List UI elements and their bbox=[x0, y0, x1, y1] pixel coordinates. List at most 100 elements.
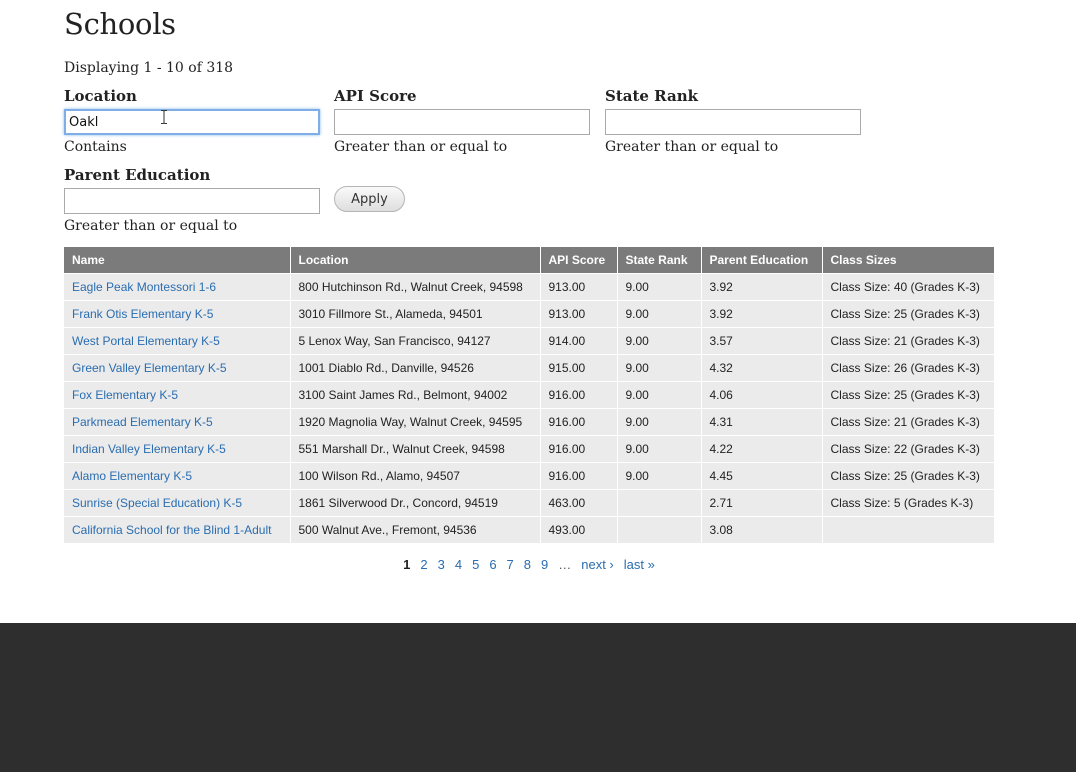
filter-parent-education: Parent Education Greater than or equal t… bbox=[64, 166, 324, 235]
cell-class-size: Class Size: 40 (Grades K-3) bbox=[822, 273, 994, 301]
table-row: Indian Valley Elementary K-5 551 Marshall… bbox=[64, 435, 994, 463]
api-score-input[interactable] bbox=[334, 109, 590, 135]
cell-school-name: Eagle Peak Montessori 1-6 bbox=[64, 273, 291, 301]
pager-page-link[interactable]: 9 bbox=[541, 556, 548, 574]
cell-school-location: 551 Marshall Dr., Walnut Creek, 94598 bbox=[290, 435, 541, 463]
cell-state-rank: 9.00 bbox=[617, 300, 702, 328]
school-name-link[interactable]: Fox Elementary K-5 bbox=[72, 388, 178, 402]
school-name-link[interactable]: Parkmead Elementary K-5 bbox=[72, 415, 213, 429]
school-name-link[interactable]: West Portal Elementary K-5 bbox=[72, 334, 220, 348]
pager-page-link[interactable]: 2 bbox=[420, 556, 427, 574]
cell-school-location: 3010 Fillmore St., Alameda, 94501 bbox=[290, 300, 541, 328]
cell-api-score: 913.00 bbox=[540, 273, 618, 301]
filter-parent-education-label: Parent Education bbox=[64, 166, 211, 184]
state-rank-input[interactable] bbox=[605, 109, 861, 135]
school-name-link[interactable]: Indian Valley Elementary K-5 bbox=[72, 442, 226, 456]
apply-button[interactable]: Apply bbox=[334, 186, 405, 212]
column-header: Class Sizes bbox=[822, 247, 994, 274]
cell-api-score: 915.00 bbox=[540, 354, 618, 382]
pager-page-link[interactable]: 3 bbox=[438, 556, 445, 574]
column-header: State Rank bbox=[617, 247, 702, 274]
filter-state-rank-label: State Rank bbox=[605, 87, 699, 105]
cell-class-size: Class Size: 25 (Grades K-3) bbox=[822, 462, 994, 490]
schools-table: Name Location API Score State Rank Parent Ed… bbox=[64, 247, 994, 543]
pager-page-link[interactable]: 6 bbox=[489, 556, 496, 574]
cell-class-size: Class Size: 26 (Grades K-3) bbox=[822, 354, 994, 382]
page-title: Schools bbox=[64, 7, 176, 41]
pager-last-link[interactable]: last » bbox=[624, 556, 655, 574]
cell-school-location: 800 Hutchinson Rd., Walnut Creek, 94598 bbox=[290, 273, 541, 301]
cell-parent-education: 2.71 bbox=[701, 489, 823, 517]
cell-class-size bbox=[822, 516, 994, 543]
school-name-link[interactable]: California School for the Blind 1-Adult bbox=[72, 523, 271, 537]
pager: 1 2 3 4 5 6 7 8 9 … next › last » bbox=[64, 556, 994, 574]
cell-api-score: 914.00 bbox=[540, 327, 618, 355]
text-cursor-icon bbox=[160, 110, 170, 126]
table-row: California School for the Blind 1-Adult 5… bbox=[64, 516, 994, 543]
cell-school-name: Green Valley Elementary K-5 bbox=[64, 354, 291, 382]
pager-page-link[interactable]: 8 bbox=[524, 556, 531, 574]
cell-api-score: 916.00 bbox=[540, 381, 618, 409]
cell-school-location: 1001 Diablo Rd., Danville, 94526 bbox=[290, 354, 541, 382]
page: Schools Displaying 1 - 10 of 318 Locatio… bbox=[0, 0, 1076, 772]
cell-class-size: Class Size: 21 (Grades K-3) bbox=[822, 408, 994, 436]
cell-school-location: 1861 Silverwood Dr., Concord, 94519 bbox=[290, 489, 541, 517]
parent-education-input[interactable] bbox=[64, 188, 320, 214]
cell-parent-education: 4.06 bbox=[701, 381, 823, 409]
cell-school-location: 100 Wilson Rd., Alamo, 94507 bbox=[290, 462, 541, 490]
filter-api-score: API Score Greater than or equal to bbox=[334, 87, 594, 156]
results-summary: Displaying 1 - 10 of 318 bbox=[64, 60, 234, 76]
cell-parent-education: 3.08 bbox=[701, 516, 823, 543]
cell-state-rank: 9.00 bbox=[617, 408, 702, 436]
cell-class-size: Class Size: 25 (Grades K-3) bbox=[822, 300, 994, 328]
cell-school-location: 3100 Saint James Rd., Belmont, 94002 bbox=[290, 381, 541, 409]
cell-class-size: Class Size: 25 (Grades K-3) bbox=[822, 381, 994, 409]
school-name-link[interactable]: Eagle Peak Montessori 1-6 bbox=[72, 280, 216, 294]
school-name-link[interactable]: Sunrise (Special Education) K-5 bbox=[72, 496, 242, 510]
cell-state-rank bbox=[617, 516, 702, 543]
cell-parent-education: 4.45 bbox=[701, 462, 823, 490]
filter-api-score-desc: Greater than or equal to bbox=[334, 139, 508, 155]
column-header: Parent Education bbox=[701, 247, 823, 274]
school-name-link[interactable]: Alamo Elementary K-5 bbox=[72, 469, 192, 483]
pager-current-page: 1 bbox=[403, 557, 411, 572]
table-row: Alamo Elementary K-5 100 Wilson Rd., Alam… bbox=[64, 462, 994, 490]
cell-school-name: Frank Otis Elementary K-5 bbox=[64, 300, 291, 328]
pager-page-link[interactable]: 7 bbox=[507, 556, 514, 574]
cell-parent-education: 3.92 bbox=[701, 300, 823, 328]
school-name-link[interactable]: Green Valley Elementary K-5 bbox=[72, 361, 227, 375]
table-row: Frank Otis Elementary K-5 3010 Fillmore S… bbox=[64, 300, 994, 328]
column-header: API Score bbox=[540, 247, 618, 274]
table-row: West Portal Elementary K-5 5 Lenox Way, S… bbox=[64, 327, 994, 355]
cell-school-name: Alamo Elementary K-5 bbox=[64, 462, 291, 490]
location-input[interactable] bbox=[64, 109, 320, 135]
filter-location-desc: Contains bbox=[64, 139, 127, 155]
filter-location: Location Contains bbox=[64, 87, 324, 156]
cell-school-name: Indian Valley Elementary K-5 bbox=[64, 435, 291, 463]
cell-parent-education: 4.31 bbox=[701, 408, 823, 436]
cell-api-score: 463.00 bbox=[540, 489, 618, 517]
column-header: Name bbox=[64, 247, 291, 274]
cell-school-location: 5 Lenox Way, San Francisco, 94127 bbox=[290, 327, 541, 355]
table-row: Fox Elementary K-5 3100 Saint James Rd., … bbox=[64, 381, 994, 409]
cell-school-name: Sunrise (Special Education) K-5 bbox=[64, 489, 291, 517]
cell-parent-education: 3.57 bbox=[701, 327, 823, 355]
pager-next-link[interactable]: next › bbox=[581, 556, 614, 574]
cell-state-rank: 9.00 bbox=[617, 273, 702, 301]
cell-state-rank: 9.00 bbox=[617, 381, 702, 409]
table-row: Parkmead Elementary K-5 1920 Magnolia Way… bbox=[64, 408, 994, 436]
cell-school-name: Parkmead Elementary K-5 bbox=[64, 408, 291, 436]
cell-parent-education: 4.32 bbox=[701, 354, 823, 382]
pager-page-link[interactable]: 4 bbox=[455, 556, 462, 574]
school-name-link[interactable]: Frank Otis Elementary K-5 bbox=[72, 307, 213, 321]
filter-state-rank-desc: Greater than or equal to bbox=[605, 139, 779, 155]
pager-ellipsis: … bbox=[558, 557, 572, 572]
cell-school-location: 1920 Magnolia Way, Walnut Creek, 94595 bbox=[290, 408, 541, 436]
cell-school-name: California School for the Blind 1-Adult bbox=[64, 516, 291, 543]
filter-api-score-label: API Score bbox=[334, 87, 417, 105]
text-cursor-icon-svg bbox=[161, 110, 167, 124]
cell-api-score: 913.00 bbox=[540, 300, 618, 328]
cell-school-name: West Portal Elementary K-5 bbox=[64, 327, 291, 355]
pager-page-link[interactable]: 5 bbox=[472, 556, 479, 574]
cell-parent-education: 4.22 bbox=[701, 435, 823, 463]
